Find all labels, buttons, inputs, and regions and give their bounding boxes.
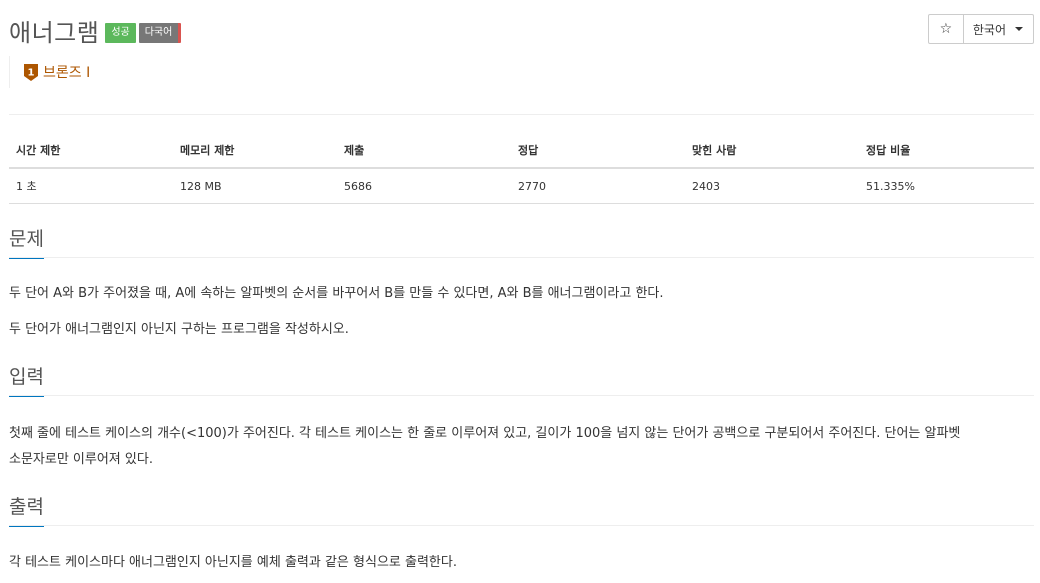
output-heading: 출력 [9, 491, 44, 527]
header-accept-ratio: 정답 비율 [859, 133, 1034, 169]
input-paragraph-line-2: 소문자로만 이루어져 있다. [9, 452, 153, 467]
description-paragraph-1: 두 단어 A와 B가 주어졌을 때, A에 속하는 알파벳의 순서를 바꾸어서 … [9, 286, 664, 301]
header-divider [9, 114, 1034, 115]
favorite-button[interactable]: ☆ [927, 14, 964, 44]
caret-down-icon [1015, 27, 1023, 31]
value-memory-limit: 128 MB [173, 168, 337, 204]
value-solvers: 2403 [685, 168, 859, 204]
tier-info: 1 브론즈 I [9, 56, 90, 88]
language-dropdown[interactable]: 한국어 [963, 14, 1034, 44]
tier-label[interactable]: 브론즈 I [43, 62, 90, 82]
value-submissions: 5686 [337, 168, 511, 204]
header-accepted: 정답 [511, 133, 685, 169]
header-memory-limit: 메모리 제한 [173, 133, 337, 169]
star-icon: ☆ [939, 21, 953, 37]
tier-icon-number: 1 [28, 67, 35, 78]
tier-bronze-icon: 1 [24, 63, 38, 81]
description-heading: 문제 [9, 223, 44, 259]
language-label: 한국어 [972, 22, 1006, 37]
problem-header: 애너그램 성공 다국어 [9, 12, 182, 48]
value-accepted: 2770 [511, 168, 685, 204]
value-accept-ratio: 51.335% [859, 168, 1034, 204]
input-section-header: 입력 [9, 360, 1034, 397]
success-badge: 성공 [105, 23, 136, 43]
stats-header-row: 시간 제한 메모리 제한 제출 정답 맞힌 사람 정답 비율 [9, 133, 1034, 169]
description-paragraph-2: 두 단어가 애너그램인지 아닌지 구하는 프로그램을 작성하시오. [9, 322, 349, 337]
header-time-limit: 시간 제한 [9, 133, 173, 169]
value-time-limit: 1 초 [9, 168, 173, 204]
header-solvers: 맞힌 사람 [685, 133, 859, 169]
top-controls: ☆ 한국어 [927, 14, 1034, 44]
input-paragraph-line-1: 첫째 줄에 테스트 케이스의 개수(<100)가 주어진다. 각 테스트 케이스… [9, 426, 961, 441]
description-section-header: 문제 [9, 222, 1034, 259]
output-section-header: 출력 [9, 490, 1034, 527]
header-submissions: 제출 [337, 133, 511, 169]
multilang-badge: 다국어 [138, 23, 182, 43]
problem-title: 애너그램 [9, 18, 100, 47]
problem-info-table: 시간 제한 메모리 제한 제출 정답 맞힌 사람 정답 비율 1 초 128 M… [9, 133, 1034, 204]
output-paragraph: 각 테스트 케이스마다 애너그램인지 아닌지를 예체 출력과 같은 형식으로 출… [9, 555, 457, 570]
stats-row: 1 초 128 MB 5686 2770 2403 51.335% [9, 168, 1034, 204]
input-heading: 입력 [9, 361, 44, 397]
